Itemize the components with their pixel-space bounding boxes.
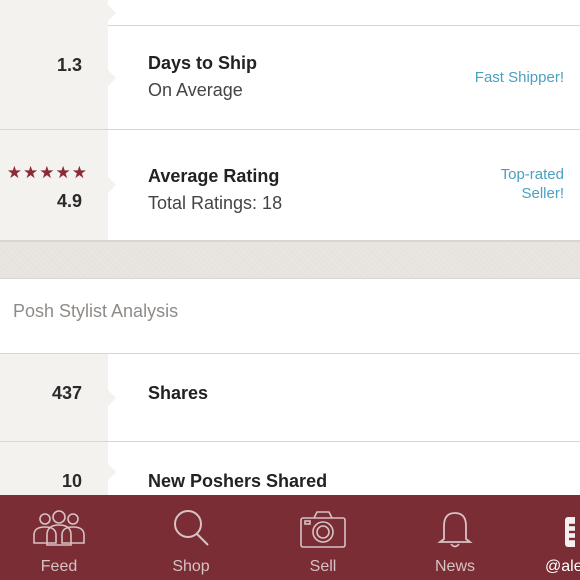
people-icon: [33, 510, 85, 546]
tab-news[interactable]: News: [410, 495, 500, 580]
stat-title: New Poshers Shared: [148, 471, 328, 491]
tab-shop[interactable]: Shop: [146, 495, 236, 580]
section-header: Posh Stylist Analysis: [0, 279, 580, 354]
badge-line: Top-rated: [500, 166, 564, 183]
section-divider: [0, 241, 580, 279]
stat-row-shares: 437 Shares: [0, 354, 580, 442]
days-to-ship-value: 1.3: [56, 55, 82, 75]
stat-number-column: ★★★★★ 4.9: [0, 130, 116, 240]
shares-value: 437: [51, 383, 82, 403]
bell-icon: [437, 512, 473, 548]
rating-stars: ★★★★★: [6, 163, 88, 182]
new-poshers-value: 10: [61, 471, 82, 491]
stat-title: Days to Ship: [148, 53, 258, 73]
stat-number-column: 437: [0, 354, 116, 441]
top-rated-seller-badge[interactable]: Top-rated Seller!: [501, 165, 564, 203]
tab-label: Feed: [40, 558, 78, 575]
fast-shipper-badge[interactable]: Fast Shipper!: [475, 68, 564, 87]
badge-line: Seller!: [521, 185, 564, 202]
tab-label: Sell: [309, 558, 337, 575]
bottom-tab-bar: Feed Shop Sell News @ale: [0, 495, 580, 580]
tab-label: Shop: [172, 558, 210, 575]
stat-title: Shares: [148, 383, 209, 403]
stat-row-average-rating: ★★★★★ 4.9 Average Rating Total Ratings: …: [0, 130, 580, 241]
stat-body: Shares: [148, 383, 208, 404]
stat-body: Days to Ship On Average: [148, 53, 257, 101]
menu-icon: [565, 517, 575, 547]
stat-body: Average Rating Total Ratings: 18: [148, 166, 282, 214]
search-icon: [174, 510, 209, 546]
stat-number-column: [0, 0, 116, 26]
stat-subtitle: Total Ratings: 18: [148, 193, 283, 213]
stat-row-new-poshers-shared: 10 New Poshers Shared: [0, 442, 580, 502]
tab-label: News: [434, 558, 475, 575]
stat-subtitle: On Average: [148, 80, 243, 100]
section-heading: Posh Stylist Analysis: [13, 301, 179, 321]
tab-label: @ale: [545, 558, 580, 575]
stat-number-column: 1.3: [0, 26, 116, 129]
tab-sell[interactable]: Sell: [278, 495, 368, 580]
tab-profile[interactable]: @ale: [535, 495, 580, 580]
stat-row-days-to-ship: 1.3 Days to Ship On Average Fast Shipper…: [0, 26, 580, 130]
stat-title: Average Rating: [148, 166, 280, 186]
average-rating-value: 4.9: [56, 191, 82, 211]
camera-icon: [300, 511, 346, 548]
stat-body: New Poshers Shared: [148, 471, 327, 492]
stat-number-column: 10: [0, 442, 116, 502]
tab-feed[interactable]: Feed: [14, 495, 104, 580]
badge-line: Fast Shipper!: [474, 69, 564, 86]
stat-row-previous: [0, 0, 580, 26]
